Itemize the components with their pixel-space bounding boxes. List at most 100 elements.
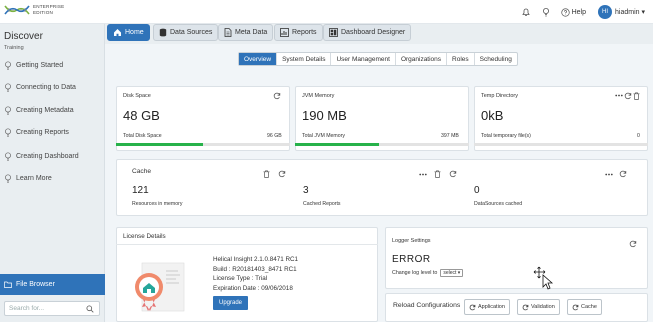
cache-reports-label: Cached Reports [303, 201, 341, 207]
disk-space-usage-bar [116, 143, 290, 146]
lightbulb-icon [5, 152, 11, 161]
lightbulb-icon [5, 128, 11, 137]
sidebar-item-connecting-to-data[interactable]: Connecting to Data [4, 83, 76, 92]
reload-application-button[interactable]: Application [464, 299, 510, 315]
upgrade-button[interactable]: Upgrade [213, 296, 248, 310]
log-level-select[interactable]: select ▾ [440, 269, 464, 277]
avatar[interactable]: HI [598, 5, 613, 19]
tab-dashboard-designer[interactable]: Dashboard Designer [323, 24, 412, 41]
cache-datasources-value: 0 [474, 185, 480, 196]
dashboard-icon [329, 28, 338, 37]
sidebar-subtitle: Training [4, 45, 24, 51]
reload-configurations-title: Reload Configurations [393, 302, 461, 309]
brand-text: ENTERPRISE EDITION [33, 4, 64, 16]
disk-space-title: Disk Space [123, 93, 151, 99]
cache-resources-label: Resources in memory [132, 201, 183, 207]
refresh-icon [469, 304, 476, 310]
lightbulb-icon [5, 61, 11, 70]
tab-data-sources[interactable]: Data Sources [153, 24, 219, 41]
sidebar-item-learn-more[interactable]: Learn More [4, 174, 52, 183]
search-input[interactable] [9, 305, 85, 312]
help-link[interactable]: Help [560, 7, 587, 17]
refresh-icon[interactable] [273, 92, 281, 100]
sidebar-item-creating-metadata[interactable]: Creating Metadata [4, 106, 74, 115]
tab-label: Data Sources [170, 29, 213, 36]
bell-icon[interactable] [521, 7, 531, 17]
refresh-icon[interactable] [449, 170, 457, 178]
logo[interactable]: ENTERPRISE EDITION [4, 4, 64, 16]
home-icon [114, 29, 121, 36]
trash-icon[interactable] [263, 170, 270, 178]
subtab-system-details[interactable]: System Details [277, 53, 332, 65]
license-version: Helical Insight 2.1.0.8471 RC1 [213, 256, 299, 263]
user-menu[interactable]: hiadmin ▾ [615, 8, 645, 16]
help-label: Help [571, 8, 587, 16]
disk-space-usage-fill [116, 143, 203, 146]
disk-space-value: 48 GB [123, 108, 160, 123]
subtab-overview[interactable]: Overview [239, 53, 278, 65]
tab-label: Home [125, 29, 144, 36]
more-icon[interactable] [615, 93, 623, 98]
sidebar-item-creating-dashboard[interactable]: Creating Dashboard [4, 152, 79, 161]
sidebar-item-getting-started[interactable]: Getting Started [4, 61, 63, 70]
tab-reports[interactable]: Reports [274, 24, 323, 41]
temp-directory-title: Temp Directory [481, 93, 518, 99]
file-browser-button[interactable]: File Browser [0, 274, 105, 295]
question-icon [560, 7, 570, 17]
jvm-memory-usage-bar [295, 143, 469, 146]
database-icon [159, 28, 167, 37]
sidebar-item-label: Connecting to Data [16, 84, 76, 91]
log-level-select-value: select [443, 270, 457, 276]
sub-tab-bar: Overview System Details User Management … [238, 52, 518, 66]
subtab-scheduling[interactable]: Scheduling [475, 53, 517, 65]
lightbulb-icon [5, 106, 11, 115]
search-icon[interactable] [86, 305, 94, 313]
subtab-user-management[interactable]: User Management [331, 53, 396, 65]
cache-title: Cache [132, 168, 152, 175]
log-level-label: Change log level to [392, 270, 438, 276]
sidebar-item-creating-reports[interactable]: Creating Reports [4, 128, 69, 137]
lightbulb-icon [5, 174, 11, 183]
sidebar-item-label: Creating Metadata [16, 107, 74, 114]
reload-validation-button[interactable]: Validation [517, 299, 560, 315]
sidebar-item-label: Creating Dashboard [16, 153, 79, 160]
trash-icon[interactable] [434, 170, 441, 178]
license-build: Build : R20181403_8471 RC1 [213, 265, 297, 273]
jvm-memory-footer-value: 397 MB [441, 133, 459, 139]
tab-meta-data[interactable]: Meta Data [218, 24, 274, 41]
temp-directory-footer-value: 0 [637, 133, 640, 139]
lightbulb-icon [5, 83, 11, 92]
license-info: Helical Insight 2.1.0.8471 RC1 Build : R… [213, 255, 298, 293]
lightbulb-icon[interactable] [541, 7, 551, 17]
more-icon[interactable] [605, 172, 613, 177]
tab-label: Dashboard Designer [341, 29, 406, 36]
log-level-value: ERROR [392, 254, 431, 265]
top-bar: ENTERPRISE EDITION Help HI hiadmin ▾ [0, 0, 653, 24]
jvm-memory-footer-label: Total JVM Memory [302, 133, 345, 139]
refresh-icon[interactable] [619, 170, 627, 178]
search-box [4, 301, 100, 316]
temp-directory-footer-label: Total temporary file(s) [481, 133, 531, 139]
certificate-icon [135, 262, 185, 312]
more-icon[interactable] [419, 172, 427, 177]
reload-button-label: Validation [531, 304, 555, 310]
brand-line-2: EDITION [33, 10, 54, 15]
refresh-icon[interactable] [624, 92, 632, 100]
tab-home[interactable]: Home [107, 24, 150, 41]
sidebar: Discover Training Getting Started Connec… [0, 24, 105, 322]
refresh-icon[interactable] [278, 170, 286, 178]
reload-cache-button[interactable]: Cache [567, 299, 602, 315]
sidebar-item-label: Getting Started [16, 62, 64, 69]
refresh-icon[interactable] [629, 240, 637, 248]
trash-icon[interactable] [633, 92, 640, 100]
sidebar-item-label: Learn More [16, 175, 52, 182]
license-expiry: Expiration Date : 09/06/2018 [213, 284, 293, 292]
report-icon [280, 28, 289, 37]
jvm-memory-usage-fill [295, 143, 379, 146]
cursor-icon [533, 266, 554, 290]
cache-datasources-label: DataSources cached [474, 201, 523, 207]
file-browser-label: File Browser [16, 281, 55, 288]
subtab-organizations[interactable]: Organizations [396, 53, 448, 65]
subtab-roles[interactable]: Roles [447, 53, 475, 65]
log-level-control: Change log level to select ▾ [392, 269, 464, 277]
